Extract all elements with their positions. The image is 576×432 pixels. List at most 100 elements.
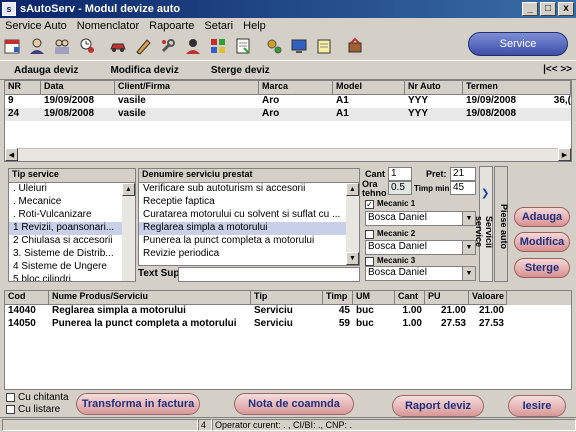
person-icon[interactable]: [25, 35, 48, 58]
deviz-hscroll[interactable]: ◀ ▶: [5, 148, 571, 161]
mecanic3-checkbox[interactable]: [365, 257, 374, 266]
list-item[interactable]: Revizie periodica: [139, 248, 359, 261]
col-nr-auto[interactable]: Nr Auto: [405, 81, 463, 95]
mecanic2-checkbox[interactable]: [365, 230, 374, 239]
minimize-button[interactable]: _: [522, 2, 538, 16]
list-item[interactable]: 5 bloc cilindri: [9, 274, 135, 281]
listare-checkbox[interactable]: [6, 405, 15, 414]
menu-service-auto[interactable]: Service Auto: [0, 20, 72, 32]
list-item[interactable]: 2 Chiulasa si accesorii: [9, 235, 135, 248]
col-um[interactable]: UM: [353, 291, 395, 305]
table-row[interactable]: 24 19/08/2008 vasile Aro A1 YYY 19/08/20…: [5, 108, 571, 121]
service-button[interactable]: Service: [468, 32, 568, 56]
col-data[interactable]: Data: [41, 81, 115, 95]
timp-min-input[interactable]: 45: [450, 181, 476, 195]
raport-deviz-button[interactable]: Raport deviz: [392, 395, 484, 417]
list-item-selected[interactable]: 1 Revizii, poansonari...: [9, 222, 135, 235]
mecanic2-label: Mecanic 2: [377, 229, 416, 238]
monitor-icon[interactable]: [287, 35, 310, 58]
maximize-button[interactable]: □: [540, 2, 556, 16]
deviz-table-header: NR Data Client/Firma Marca Model Nr Auto…: [5, 81, 571, 95]
scroll-up-icon[interactable]: ▲: [346, 183, 359, 196]
scroll-down-icon[interactable]: ▼: [346, 252, 359, 265]
nav-arrows[interactable]: |<< >>: [543, 64, 572, 75]
person2-icon[interactable]: [181, 35, 204, 58]
pen-icon[interactable]: [131, 35, 154, 58]
pret-input[interactable]: 21: [450, 167, 476, 181]
exit-icon[interactable]: [343, 35, 366, 58]
col-nr[interactable]: NR: [5, 81, 41, 95]
iesire-button[interactable]: Iesire: [508, 395, 566, 417]
wrench-icon[interactable]: [156, 35, 179, 58]
col-termen[interactable]: Termen: [463, 81, 571, 95]
table-row[interactable]: 9 19/09/2008 vasile Aro A1 YYY 19/09/200…: [5, 95, 571, 108]
car-icon[interactable]: [106, 35, 129, 58]
mecanic1-select[interactable]: Bosca Daniel ▼: [365, 211, 476, 226]
add-deviz-link[interactable]: Adauga deviz: [14, 65, 78, 76]
edit-deviz-link[interactable]: Modifica deviz: [110, 65, 178, 76]
text-sup-input[interactable]: [178, 267, 360, 282]
menu-setari[interactable]: Setari: [199, 20, 238, 32]
tab-servicii-service[interactable]: Servicii service: [474, 202, 494, 262]
list-item-selected[interactable]: Reglarea simpla a motorului: [139, 222, 359, 235]
listare-label: Cu listare: [18, 404, 61, 415]
scroll-up-icon[interactable]: ▲: [122, 183, 135, 196]
tip-service-vscroll[interactable]: ▲ ▼: [122, 183, 135, 281]
cell: vasile: [118, 108, 146, 119]
gears-icon[interactable]: [262, 35, 285, 58]
edit-button[interactable]: Modifica: [514, 232, 570, 252]
cant-input[interactable]: 1: [388, 167, 412, 181]
list-item[interactable]: . Uleiuri: [9, 183, 135, 196]
note-icon[interactable]: [231, 35, 254, 58]
ora-tehno-input[interactable]: 0.5: [388, 181, 412, 195]
group-icon[interactable]: [50, 35, 73, 58]
notepad-icon[interactable]: [312, 35, 335, 58]
cell: 1.00: [402, 318, 422, 329]
col-tip[interactable]: Tip: [251, 291, 323, 305]
menu-nomenclator[interactable]: Nomenclator: [72, 20, 144, 32]
col-model[interactable]: Model: [333, 81, 405, 95]
list-item[interactable]: Verificare sub autoturism si accesorii: [139, 183, 359, 196]
list-item[interactable]: Receptie faptica: [139, 196, 359, 209]
mecanic2-select[interactable]: Bosca Daniel ▼: [365, 240, 476, 255]
menu-rapoarte[interactable]: Rapoarte: [144, 20, 199, 32]
col-pu[interactable]: PU: [425, 291, 469, 305]
col-valoare[interactable]: Valoare: [469, 291, 507, 305]
chitanta-checkbox[interactable]: [6, 393, 15, 402]
list-item[interactable]: Punerea la punct completa a motorului: [139, 235, 359, 248]
list-item[interactable]: . Roti-Vulcanizare: [9, 209, 135, 222]
delete-deviz-link[interactable]: Sterge deviz: [211, 65, 270, 76]
close-button[interactable]: x: [558, 2, 574, 16]
table-row[interactable]: 14040 Reglarea simpla a motorului Servic…: [5, 305, 571, 318]
calendar-icon[interactable]: [0, 35, 23, 58]
cell: buc: [356, 305, 374, 316]
col-timp[interactable]: Timp: [323, 291, 353, 305]
scroll-right-icon[interactable]: ▶: [558, 148, 571, 161]
add-button[interactable]: Adauga: [514, 207, 570, 227]
col-client[interactable]: Client/Firma: [115, 81, 259, 95]
col-nume[interactable]: Nume Produs/Serviciu: [49, 291, 251, 305]
mecanic1-value: Bosca Daniel: [368, 212, 427, 223]
mecanic1-checkbox[interactable]: ✓: [365, 200, 374, 209]
clock-icon[interactable]: [75, 35, 98, 58]
scroll-left-icon[interactable]: ◀: [5, 148, 18, 161]
nota-comanda-button[interactable]: Nota de coamnda: [234, 393, 354, 415]
col-cod[interactable]: Cod: [5, 291, 49, 305]
list-item[interactable]: 3. Sisteme de Distrib...: [9, 248, 135, 261]
blocks-icon[interactable]: [206, 35, 229, 58]
mecanic3-select[interactable]: Bosca Daniel ▼: [365, 266, 476, 281]
tab-piese-auto[interactable]: Piese auto: [495, 202, 509, 252]
denumire-vscroll[interactable]: ▲ ▼: [346, 183, 359, 265]
delete-button[interactable]: Sterge: [514, 258, 570, 278]
list-item[interactable]: . Mecanice: [9, 196, 135, 209]
list-item[interactable]: Curatarea motorului cu solvent si suflat…: [139, 209, 359, 222]
col-marca[interactable]: Marca: [259, 81, 333, 95]
products-table-header: Cod Nume Produs/Serviciu Tip Timp UM Can…: [5, 291, 571, 305]
list-item[interactable]: 4 Sisteme de Ungere: [9, 261, 135, 274]
transforma-factura-button[interactable]: Transforma in factura: [76, 393, 200, 415]
cell: Aro: [262, 95, 280, 106]
chevron-down-icon[interactable]: ▼: [462, 267, 475, 280]
table-row[interactable]: 14050 Punerea la punct completa a motoru…: [5, 318, 571, 331]
col-cant[interactable]: Cant: [395, 291, 425, 305]
menu-help[interactable]: Help: [238, 20, 271, 32]
